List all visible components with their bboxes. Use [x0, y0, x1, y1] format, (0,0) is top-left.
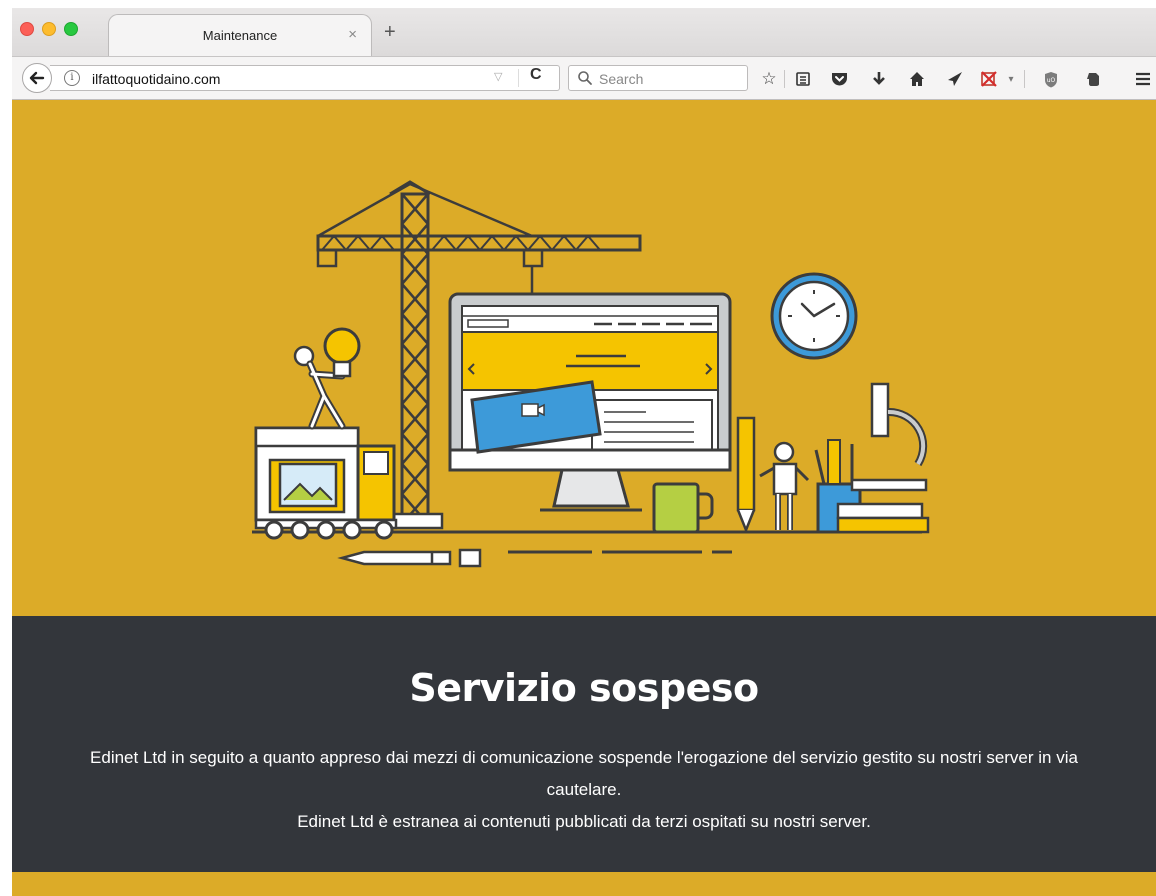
- pen-icon: [736, 416, 756, 534]
- person-icon: [759, 441, 810, 530]
- navigation-toolbar: i ilfattoquotidaino.com ▽ C ☆: [12, 56, 1156, 100]
- extension-dropdown-icon[interactable]: ▾: [1000, 68, 1022, 90]
- eraser-icon: [458, 548, 482, 568]
- page-title: Servizio sospeso: [409, 666, 759, 710]
- toolbar-separator: [1024, 70, 1025, 88]
- back-arrow-icon: [29, 71, 45, 85]
- search-icon: [578, 71, 592, 85]
- construction-illustration: [252, 180, 930, 568]
- truck-icon: [254, 426, 398, 540]
- svg-text:uO: uO: [1047, 77, 1056, 84]
- blocked-extension-icon[interactable]: [978, 68, 1000, 90]
- title-bar: Maintenance × +: [12, 8, 1156, 56]
- tab-maintenance[interactable]: Maintenance ×: [108, 14, 372, 56]
- back-button[interactable]: [22, 63, 52, 93]
- disclaimer-notice: Edinet Ltd è estranea ai contenuti pubbl…: [297, 812, 871, 831]
- mug-icon: [652, 482, 714, 534]
- pocket-icon[interactable]: [828, 68, 850, 90]
- footer-band: [12, 872, 1156, 896]
- home-icon[interactable]: [906, 68, 928, 90]
- url-separator: [518, 69, 519, 87]
- pencil-icon: [337, 550, 452, 566]
- send-icon[interactable]: [944, 68, 966, 90]
- clock-icon: [770, 272, 858, 360]
- tab-close-icon[interactable]: ×: [348, 26, 357, 43]
- close-window-button[interactable]: [20, 22, 34, 36]
- search-bar[interactable]: [568, 65, 748, 91]
- browser-window: Maintenance × + i ilfattoquotidaino.com …: [12, 8, 1156, 896]
- url-text[interactable]: ilfattoquotidaino.com: [92, 71, 220, 87]
- reload-icon[interactable]: C: [530, 66, 542, 84]
- zoom-window-button[interactable]: [64, 22, 78, 36]
- new-tab-button[interactable]: +: [384, 22, 396, 42]
- reading-list-icon[interactable]: [792, 68, 814, 90]
- tab-title: Maintenance: [202, 28, 278, 43]
- url-dropdown-icon[interactable]: ▽: [494, 70, 502, 83]
- minimize-window-button[interactable]: [42, 22, 56, 36]
- worker-with-lightbulb-icon: [293, 327, 361, 430]
- toolbar-separator: [784, 70, 785, 88]
- message-panel: Servizio sospeso Edinet Ltd in seguito a…: [12, 616, 1156, 872]
- downloads-icon[interactable]: [868, 68, 890, 90]
- url-bar[interactable]: i ilfattoquotidaino.com ▽ C: [50, 65, 560, 91]
- suspension-notice: Edinet Ltd in seguito a quanto appreso d…: [90, 748, 1078, 799]
- menu-hamburger-icon[interactable]: [1132, 68, 1154, 90]
- ublock-icon[interactable]: uO: [1040, 68, 1062, 90]
- evernote-icon[interactable]: [1082, 68, 1104, 90]
- maintenance-hero: [12, 100, 1156, 616]
- info-icon[interactable]: i: [64, 70, 80, 86]
- search-input[interactable]: [599, 69, 739, 89]
- bookmark-star-icon[interactable]: ☆: [758, 68, 780, 90]
